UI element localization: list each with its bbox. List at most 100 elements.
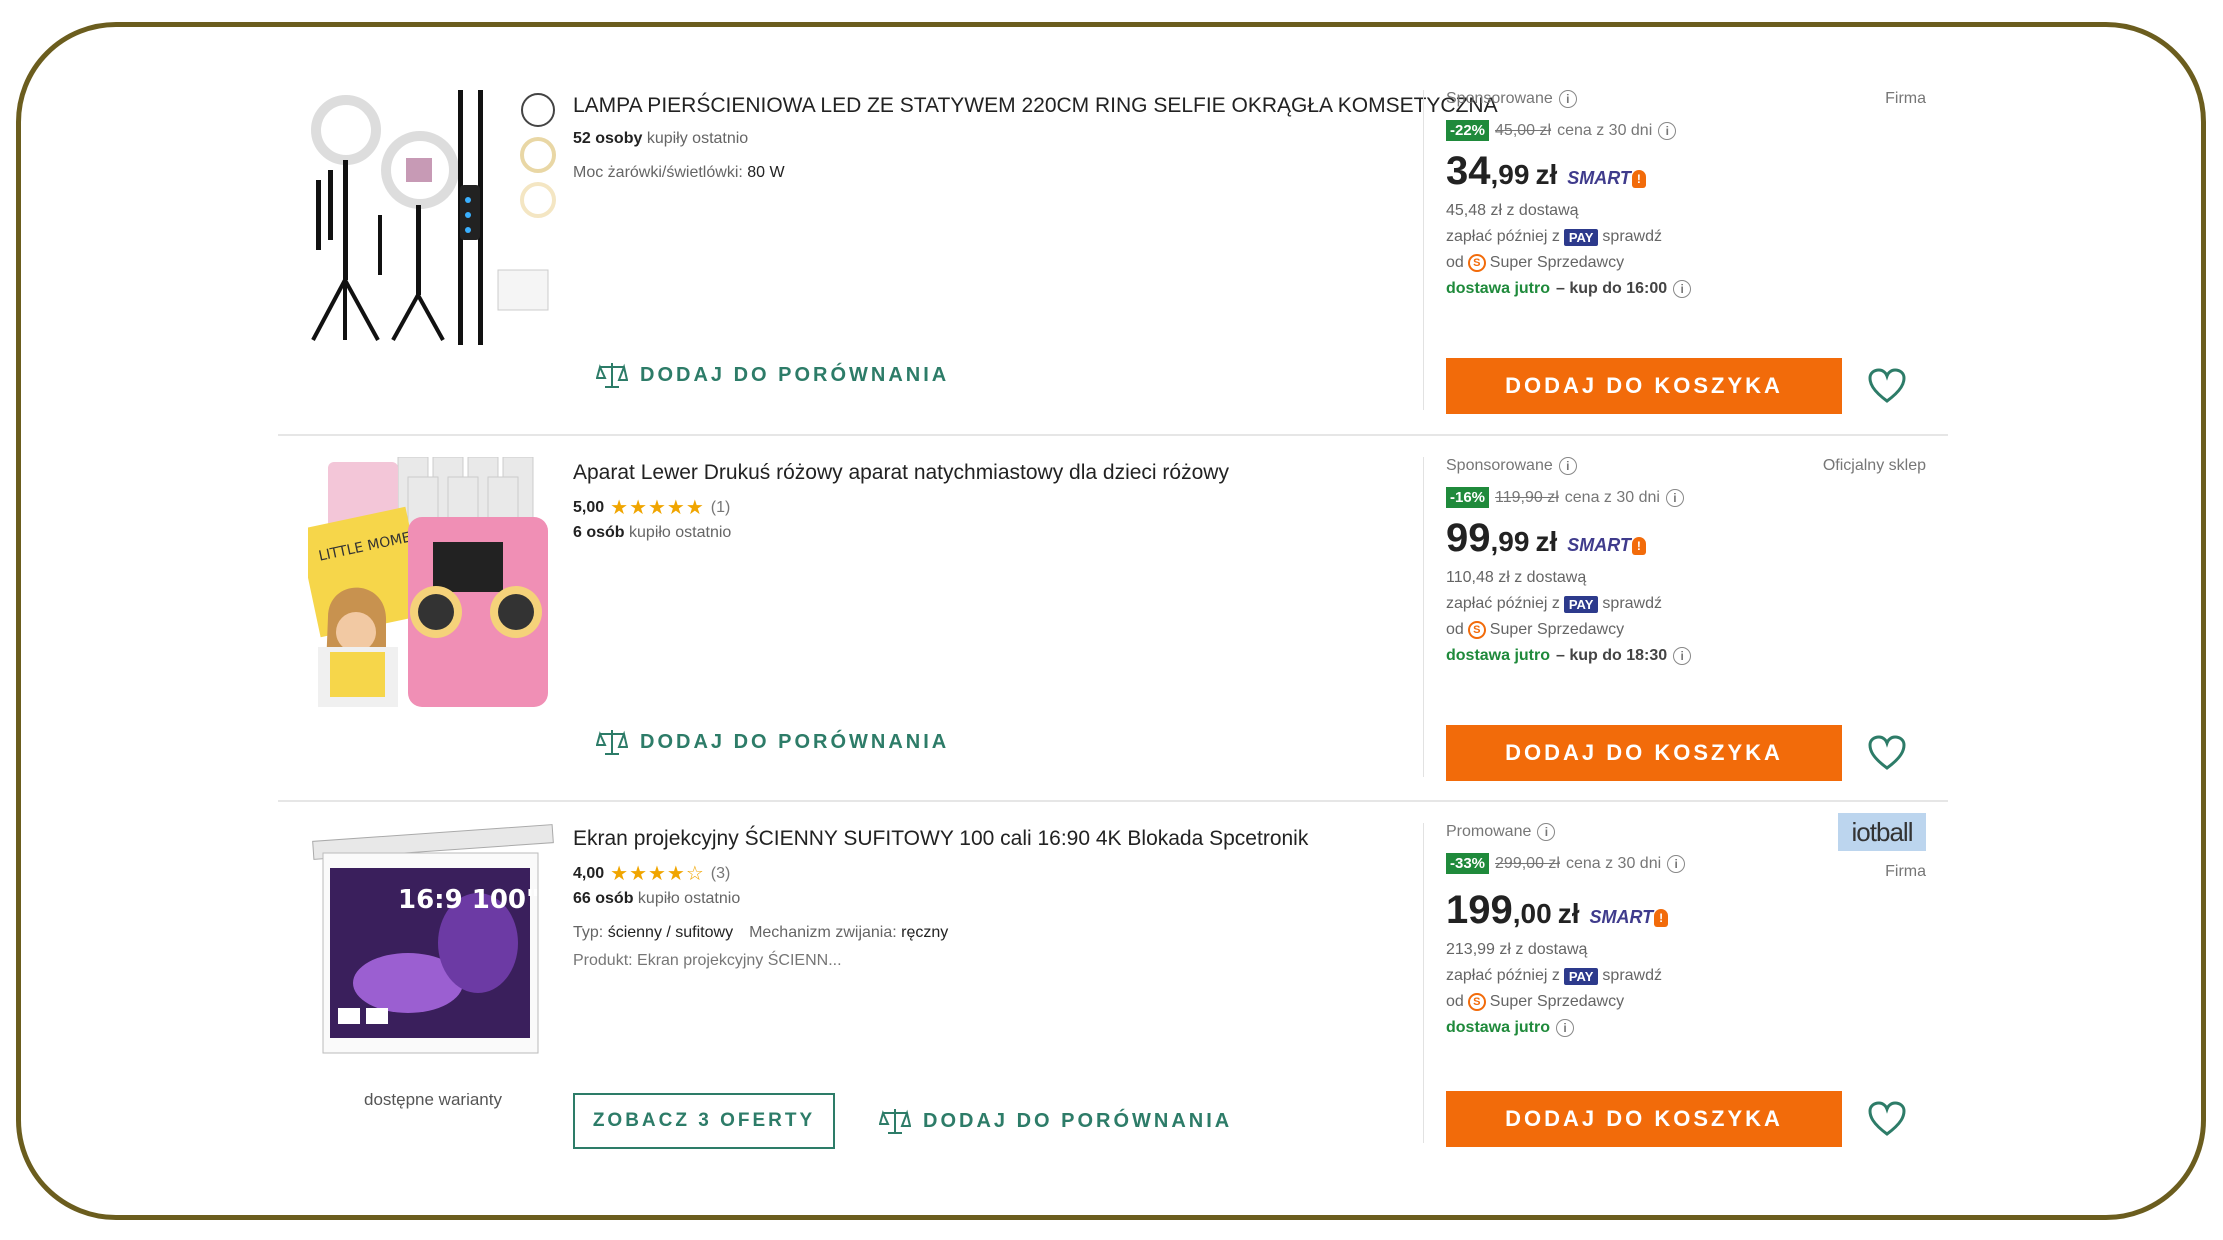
rating-score: 5,00	[573, 498, 605, 516]
rating-count[interactable]: (1)	[711, 499, 731, 517]
discount-badge: -33%	[1446, 853, 1490, 874]
super-seller-row: od S Super Sprzedawcy	[1446, 621, 1625, 639]
compare-label: DODAJ DO PORÓWNANIA	[640, 363, 950, 386]
compare-label: DODAJ DO PORÓWNANIA	[923, 1109, 1233, 1132]
smart-badge: SMART!	[1589, 907, 1669, 928]
listing-divider	[278, 800, 1948, 802]
info-icon[interactable]: i	[1556, 1019, 1575, 1037]
check-link[interactable]: sprawdź	[1602, 228, 1662, 246]
cart-row: DODAJ DO KOSZYKA	[1446, 725, 1906, 781]
delivery-info: dostawa jutro i	[1446, 1019, 1926, 1037]
pay-later-row: zapłać później z PAY sprawdź	[1446, 228, 1662, 246]
info-icon[interactable]: i	[1667, 854, 1686, 873]
old-price: 119,90 zł	[1495, 488, 1559, 506]
column-divider	[1423, 823, 1424, 1143]
price: 99,99 zł SMART!	[1446, 516, 1926, 561]
cart-row: DODAJ DO KOSZYKA	[1446, 1091, 1906, 1147]
super-seller-icon: S	[1467, 621, 1486, 639]
delivery-info: dostawa jutro – kup do 16:00 i	[1446, 280, 1926, 298]
price-period: cena z 30 dni	[1565, 854, 1662, 872]
sponsored-label[interactable]: Sponsorowane i	[1446, 90, 1577, 108]
heart-icon[interactable]	[1868, 735, 1906, 771]
pay-badge: PAY	[1563, 595, 1599, 613]
price-box: Sponsorowane i Oficjalny sklep -16% 119,9…	[1446, 457, 1926, 665]
discount-badge: -22%	[1446, 120, 1490, 141]
star-icons: ★★★★★	[610, 497, 705, 519]
rating-count[interactable]: (3)	[711, 865, 731, 883]
old-price: 299,00 zł	[1495, 854, 1560, 872]
price-with-delivery: 45,48 zł z dostawą	[1446, 202, 1579, 219]
compare-scale-icon	[596, 363, 628, 388]
add-to-compare-button[interactable]: DODAJ DO PORÓWNANIA	[596, 360, 949, 390]
info-icon[interactable]: i	[1558, 90, 1577, 108]
discount-badge: -16%	[1446, 487, 1490, 508]
brand-logo[interactable]: iotball	[1838, 813, 1926, 851]
add-to-cart-button[interactable]: DODAJ DO KOSZYKA	[1446, 358, 1842, 414]
variants-note[interactable]: dostępne warianty	[298, 1090, 568, 1110]
delivery-info: dostawa jutro – kup do 18:30 i	[1446, 647, 1926, 665]
pay-badge: PAY	[1563, 228, 1599, 246]
smart-bolt-icon: !	[1631, 536, 1646, 555]
pay-later-row: zapłać później z PAY sprawdź	[1446, 967, 1662, 985]
sponsored-label[interactable]: Sponsorowane i	[1446, 457, 1577, 475]
left-actions: ZOBACZ 3 OFERTY DODAJ DO PORÓWNANIA	[573, 1093, 1232, 1149]
cart-row: DODAJ DO KOSZYKA	[1446, 358, 1906, 414]
info-icon[interactable]: i	[1673, 647, 1692, 665]
seller-type: Oficjalny sklep	[1822, 457, 1926, 474]
price: 199,00 zł SMART!	[1446, 888, 1926, 933]
star-icons: ★★★★☆	[610, 863, 705, 885]
check-link[interactable]: sprawdź	[1602, 595, 1662, 613]
seller-type: Firma	[1885, 863, 1926, 880]
smart-bolt-icon: !	[1631, 169, 1646, 188]
discount-row: -16% 119,90 zł cena z 30 dni i	[1446, 487, 1926, 508]
super-seller-icon: S	[1467, 254, 1486, 272]
compare-label: DODAJ DO PORÓWNANIA	[640, 730, 950, 753]
product-image-camera[interactable]: LITTLE MOMENTS	[297, 456, 558, 712]
see-offers-button[interactable]: ZOBACZ 3 OFERTY	[573, 1093, 835, 1149]
product-image-projection-screen[interactable]: 16:9 100"	[308, 823, 558, 1078]
add-to-compare-button[interactable]: DODAJ DO PORÓWNANIA	[596, 727, 949, 757]
super-seller-icon: S	[1467, 993, 1486, 1011]
price-period: cena z 30 dni	[1564, 488, 1660, 506]
add-to-cart-button[interactable]: DODAJ DO KOSZYKA	[1446, 1091, 1842, 1147]
super-seller-row: od S Super Sprzedawcy	[1446, 254, 1625, 272]
old-price: 45,00 zł	[1495, 121, 1552, 139]
heart-icon[interactable]	[1868, 1101, 1906, 1137]
info-icon[interactable]: i	[1558, 457, 1577, 475]
check-link[interactable]: sprawdź	[1602, 967, 1662, 985]
add-to-cart-button[interactable]: DODAJ DO KOSZYKA	[1446, 725, 1842, 781]
seller-type: Firma	[1885, 90, 1926, 107]
super-seller-row: od S Super Sprzedawcy	[1446, 993, 1625, 1011]
add-to-compare-button[interactable]: DODAJ DO PORÓWNANIA	[879, 1106, 1232, 1136]
column-divider	[1423, 90, 1424, 410]
rating-score: 4,00	[573, 864, 605, 882]
heart-icon[interactable]	[1868, 368, 1906, 404]
product-listing-camera: LITTLE MOMENTS Aparat Lewer Drukuś różow…	[278, 437, 1948, 803]
smart-badge: SMART!	[1567, 535, 1646, 556]
left-actions: DODAJ DO PORÓWNANIA	[596, 360, 949, 390]
pay-badge: PAY	[1563, 967, 1599, 985]
compare-scale-icon	[596, 730, 628, 755]
price-box: Promowane i iotball Firma -33% 299,00 zł …	[1446, 813, 1926, 1037]
product-listing-ring-lamp: LAMPA PIERŚCIENIOWA LED ZE STATYWEM 220C…	[278, 70, 1948, 436]
promoted-label[interactable]: Promowane i	[1446, 823, 1556, 841]
info-icon[interactable]: i	[1537, 823, 1556, 841]
price-period: cena z 30 dni	[1557, 121, 1653, 139]
column-divider	[1423, 457, 1424, 777]
discount-row: -33% 299,00 zł cena z 30 dni i	[1446, 853, 1926, 874]
price: 34,99 zł SMART!	[1446, 149, 1926, 194]
info-icon[interactable]: i	[1673, 280, 1692, 298]
product-listing-projection-screen: 16:9 100" dostępne warianty Ekran projek…	[278, 803, 1948, 1169]
discount-row: -22% 45,00 zł cena z 30 dni i	[1446, 120, 1926, 141]
compare-scale-icon	[879, 1109, 911, 1134]
info-icon[interactable]: i	[1658, 121, 1677, 140]
smart-bolt-icon: !	[1654, 908, 1669, 927]
product-image-ring-lamp[interactable]	[308, 90, 558, 345]
screen-size-label: 16:9 100"	[398, 885, 540, 915]
price-with-delivery: 110,48 zł z dostawą	[1446, 569, 1587, 586]
price-with-delivery: 213,99 zł z dostawą	[1446, 941, 1588, 958]
listing-divider	[278, 434, 1948, 436]
price-box: Sponsorowane i Firma -22% 45,00 zł cena z…	[1446, 90, 1926, 298]
smart-badge: SMART!	[1567, 168, 1646, 189]
info-icon[interactable]: i	[1665, 488, 1684, 507]
